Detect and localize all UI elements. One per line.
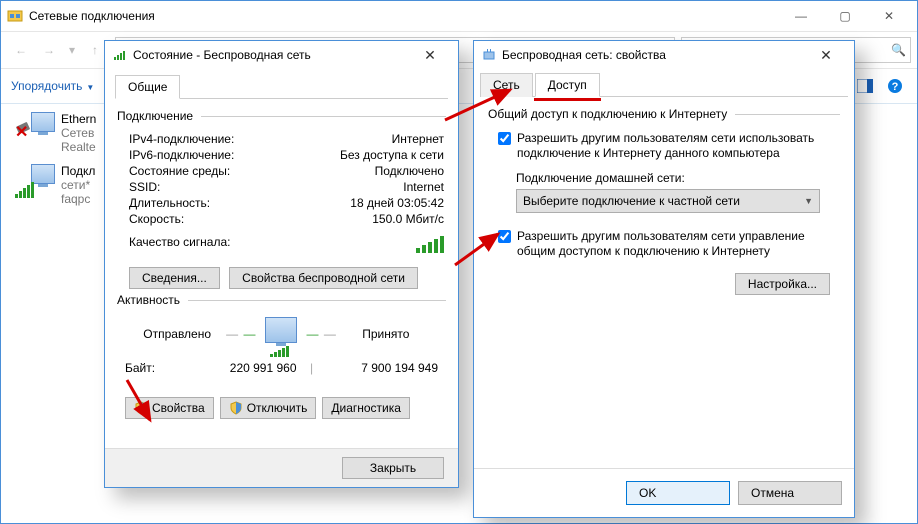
settings-button[interactable]: Настройка... — [735, 273, 830, 295]
maximize-button[interactable]: ▢ — [823, 1, 867, 31]
history-dropdown[interactable]: ▾ — [63, 43, 81, 57]
duration-label: Длительность: — [129, 196, 350, 210]
shield-icon — [134, 401, 148, 415]
tab-network[interactable]: Сеть — [480, 73, 533, 97]
ssid-label: SSID: — [129, 180, 403, 194]
props-title: Беспроводная сеть: свойства — [502, 48, 806, 62]
allow-control-label: Разрешить другим пользователям сети упра… — [517, 229, 840, 259]
props-titlebar[interactable]: Беспроводная сеть: свойства ✕ — [474, 41, 854, 69]
allow-share-checkbox[interactable] — [498, 132, 511, 145]
close-status-button[interactable]: Закрыть — [342, 457, 444, 479]
wireless-icon — [15, 164, 55, 198]
home-connection-select[interactable]: Выберите подключение к частной сети ▼ — [516, 189, 820, 213]
status-dialog: Состояние - Беспроводная сеть ✕ Общие По… — [104, 40, 459, 488]
minimize-button[interactable]: — — [779, 1, 823, 31]
home-conn-label: Подключение домашней сети: — [516, 171, 840, 185]
forward-button[interactable]: → — [35, 36, 63, 64]
ssid-value: Internet — [403, 180, 444, 194]
ipv6-value: Без доступа к сети — [340, 148, 444, 162]
wifi-icon — [113, 48, 127, 62]
allow-control-checkbox[interactable] — [498, 230, 511, 243]
props-close-button[interactable]: ✕ — [806, 47, 846, 64]
window-title: Сетевые подключения — [29, 9, 779, 23]
help-button[interactable]: ? — [883, 74, 907, 98]
ok-button[interactable]: OK — [626, 481, 730, 505]
network-folder-icon — [7, 8, 23, 24]
properties-button[interactable]: Свойства — [125, 397, 214, 419]
status-title: Состояние - Беспроводная сеть — [133, 48, 410, 62]
duration-value: 18 дней 03:05:42 — [350, 196, 444, 210]
diagnose-button[interactable]: Диагностика — [322, 397, 410, 419]
search-icon: 🔍 — [891, 43, 906, 57]
sent-bytes: 220 991 960 — [185, 361, 297, 375]
signal-bars-icon — [414, 235, 444, 253]
back-button[interactable]: ← — [7, 36, 35, 64]
chevron-down-icon: ▼ — [804, 196, 813, 206]
recv-label: Принято — [341, 327, 431, 341]
status-close-button[interactable]: ✕ — [410, 47, 450, 64]
status-tabs: Общие — [115, 75, 448, 99]
organize-menu[interactable]: Упорядочить▼ — [11, 79, 94, 93]
status-titlebar[interactable]: Состояние - Беспроводная сеть ✕ — [105, 41, 458, 69]
cancel-button[interactable]: Отмена — [738, 481, 842, 505]
svg-text:?: ? — [892, 81, 899, 93]
tab-sharing[interactable]: Доступ — [535, 73, 600, 97]
state-value: Подключено — [375, 164, 444, 178]
ipv4-label: IPv4-подключение: — [129, 132, 392, 146]
tab-general[interactable]: Общие — [115, 75, 180, 99]
properties-dialog: Беспроводная сеть: свойства ✕ Сеть Досту… — [473, 40, 855, 518]
main-titlebar[interactable]: Сетевые подключения — ▢ ✕ — [1, 1, 917, 31]
signal-label: Качество сигнала: — [129, 235, 414, 256]
activity-group: Активность — [117, 293, 446, 307]
close-button[interactable]: ✕ — [867, 1, 911, 31]
recv-bytes: 7 900 194 949 — [327, 361, 439, 375]
ipv4-value: Интернет — [392, 132, 444, 146]
adapter-icon — [482, 48, 496, 62]
allow-share-label: Разрешить другим пользователям сети испо… — [517, 131, 840, 161]
speed-label: Скорость: — [129, 212, 372, 226]
ipv6-label: IPv6-подключение: — [129, 148, 340, 162]
ics-fieldset: Общий доступ к подключению к Интернету — [488, 107, 840, 121]
activity-graphic: Отправлено — — — — Принято — [115, 317, 448, 351]
connection-group: Подключение — [117, 109, 446, 123]
speed-value: 150.0 Мбит/с — [372, 212, 444, 226]
sent-label: Отправлено — [132, 327, 222, 341]
disconnect-button[interactable]: Отключить — [220, 397, 317, 419]
wireless-properties-button[interactable]: Свойства беспроводной сети — [229, 267, 418, 289]
preview-pane-button[interactable] — [853, 74, 877, 98]
details-button[interactable]: Сведения... — [129, 267, 220, 289]
ethernet-disabled-icon: ✕ — [15, 112, 55, 146]
shield-icon — [229, 401, 243, 415]
props-tabs: Сеть Доступ — [480, 73, 848, 97]
bytes-label: Байт: — [125, 361, 185, 375]
state-label: Состояние среды: — [129, 164, 375, 178]
